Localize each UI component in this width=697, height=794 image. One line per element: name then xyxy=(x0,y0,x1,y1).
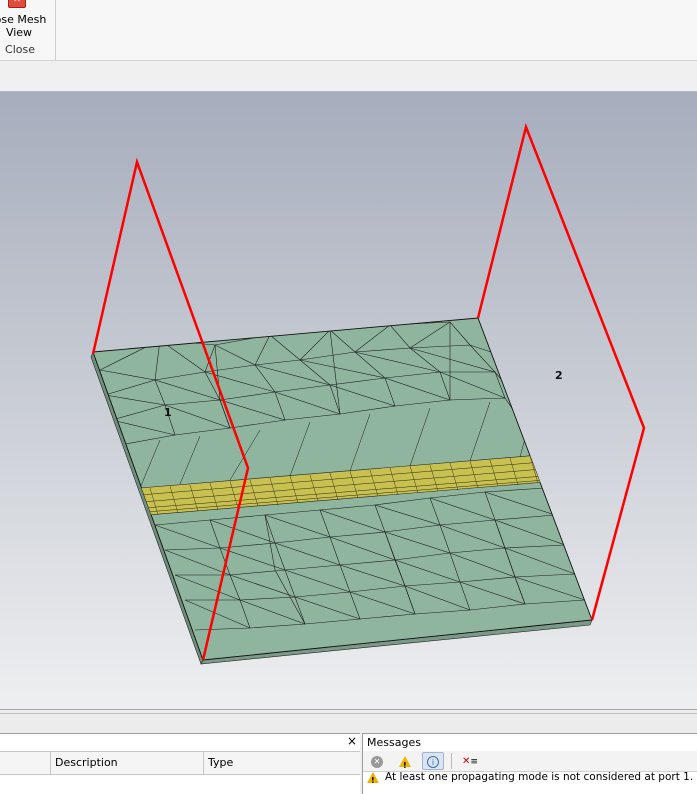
column-header-description[interactable]: Description xyxy=(50,752,203,774)
close-mesh-view-label: lose Mesh View xyxy=(0,13,52,39)
message-text: At least one propagating mode is not con… xyxy=(385,771,694,783)
horizontal-splitter[interactable] xyxy=(0,709,697,734)
warning-icon xyxy=(367,771,379,788)
messages-panel: Messages ✕ i ✕≡ At least one propagating… xyxy=(362,733,697,794)
port-2-label: 2 xyxy=(555,369,563,382)
info-filter-icon[interactable]: i xyxy=(422,752,444,770)
ribbon: ✕ lose Mesh View Close xyxy=(0,0,697,61)
mesh-view-canvas: 1 2 xyxy=(90,122,646,665)
column-header-name[interactable] xyxy=(0,752,50,774)
clear-messages-icon[interactable]: ✕≡ xyxy=(459,752,481,770)
column-header-type[interactable]: Type xyxy=(203,752,360,774)
3d-viewport[interactable]: 1 2 xyxy=(0,92,697,709)
close-mesh-view-button[interactable]: ✕ lose Mesh View xyxy=(0,0,52,42)
message-row[interactable]: At least one propagating mode is not con… xyxy=(367,770,694,788)
close-icon: ✕ xyxy=(8,0,26,8)
close-icon[interactable]: × xyxy=(347,735,357,747)
ribbon-group-close: ✕ lose Mesh View Close xyxy=(0,0,56,60)
warning-filter-icon[interactable] xyxy=(394,752,416,775)
messages-title: Messages xyxy=(367,736,421,749)
close-mesh-line2: View xyxy=(5,26,33,39)
toolbar-strip xyxy=(0,61,697,92)
close-mesh-line1: lose Mesh xyxy=(0,13,47,26)
port-1-label: 1 xyxy=(164,406,172,419)
results-panel: × Description Type xyxy=(0,733,360,794)
messages-toolbar: ✕ i ✕≡ xyxy=(363,751,697,775)
error-filter-icon[interactable]: ✕ xyxy=(366,752,388,770)
toolbar-separator xyxy=(451,753,452,769)
table-header: Description Type xyxy=(0,751,360,775)
ribbon-group-label: Close xyxy=(5,43,35,56)
